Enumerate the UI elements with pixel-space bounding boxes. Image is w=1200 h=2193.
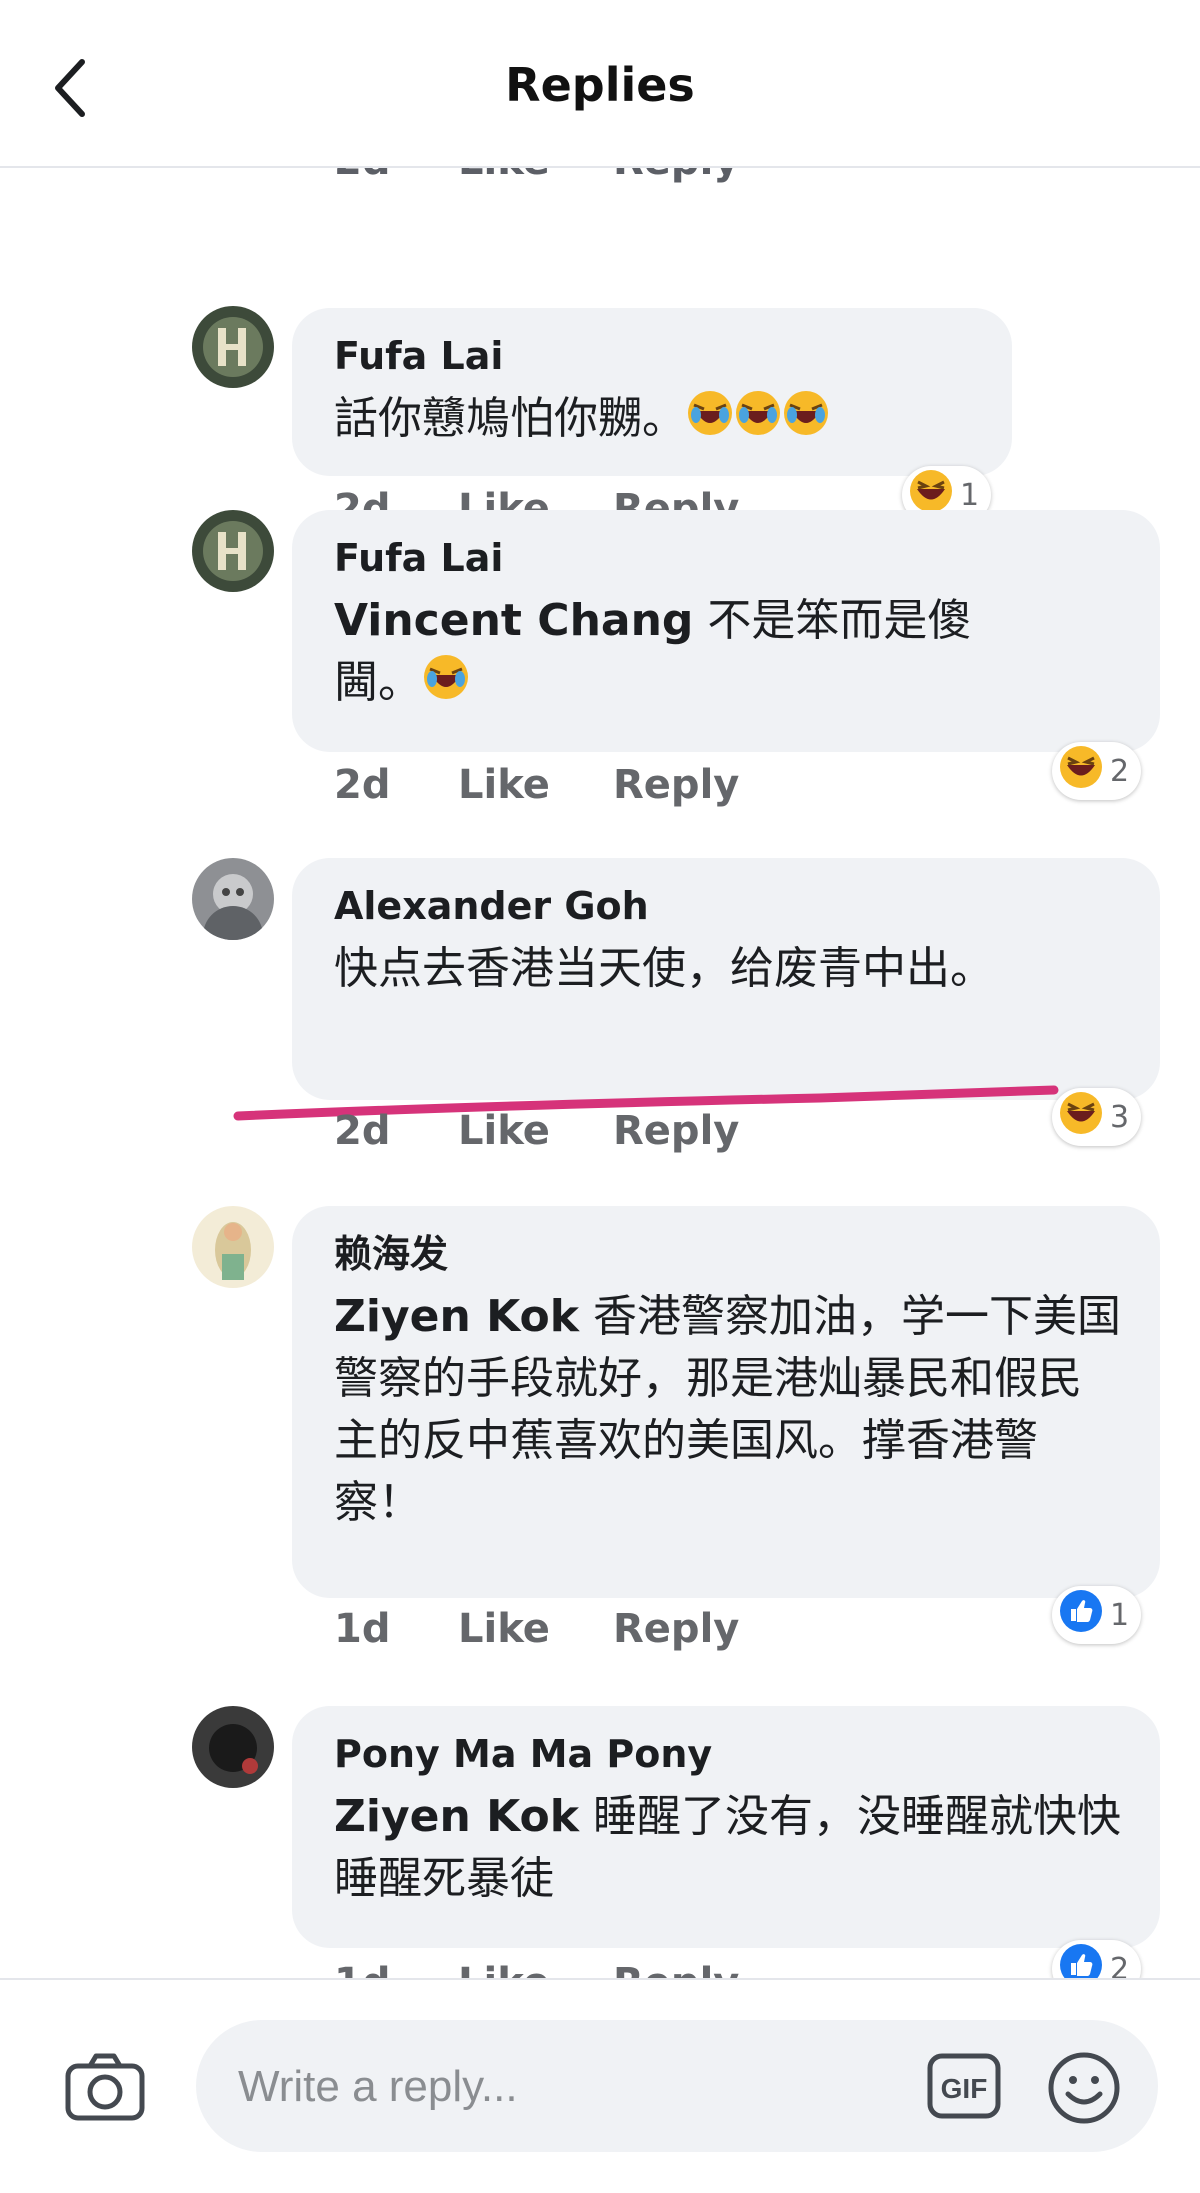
comment-text: 話你戇鳩怕你嬲。 bbox=[334, 388, 970, 454]
comment-bubble[interactable]: 赖海发 Ziyen Kok 香港警察加油，学一下美国警察的手段就好，那是港灿暴民… bbox=[292, 1206, 1160, 1598]
avatar[interactable] bbox=[192, 510, 274, 592]
laughing-emoji-icon bbox=[782, 389, 830, 454]
comment-author[interactable]: 赖海发 bbox=[334, 1230, 1118, 1278]
header: Replies bbox=[0, 0, 1200, 168]
comment-bubble[interactable]: Fufa Lai 話你戇鳩怕你嬲。 bbox=[292, 308, 1012, 476]
comment-author[interactable]: Fufa Lai bbox=[334, 534, 1118, 582]
mention-link[interactable]: Ziyen Kok bbox=[334, 1291, 579, 1342]
gif-icon: GIF bbox=[927, 2053, 1001, 2119]
reply-input[interactable] bbox=[236, 2050, 880, 2124]
reply-link[interactable]: Reply bbox=[613, 1108, 739, 1154]
reaction-summary[interactable]: 1 bbox=[1052, 1586, 1142, 1644]
replies-list[interactable]: 2d Like Reply Fufa Lai 話你戇鳩怕你嬲。 1 2d Lik… bbox=[0, 166, 1200, 1978]
like-reaction-icon bbox=[1058, 1588, 1104, 1642]
camera-button[interactable] bbox=[60, 2042, 150, 2132]
mention-link[interactable]: Ziyen Kok bbox=[334, 1791, 579, 1842]
laughing-emoji-icon bbox=[422, 653, 470, 718]
replies-screen: Replies 2d Like Reply Fufa Lai 話你戇鳩怕你嬲。 … bbox=[0, 0, 1200, 2193]
comment-text: Ziyen Kok 香港警察加油，学一下美国警察的手段就好，那是港灿暴民和假民主… bbox=[334, 1286, 1124, 1534]
smiley-icon bbox=[1048, 2052, 1120, 2124]
haha-reaction-icon bbox=[1058, 1090, 1104, 1144]
like-link[interactable]: Like bbox=[458, 1108, 613, 1154]
avatar[interactable] bbox=[192, 858, 274, 940]
comment-time: 1d bbox=[334, 1960, 458, 1978]
comment-actions: 1d Like Reply bbox=[334, 1606, 739, 1652]
comment-actions: 2d Like Reply bbox=[334, 1108, 739, 1154]
like-link[interactable]: Like bbox=[458, 1960, 613, 1978]
comment-text: 快点去香港当天使，给废青中出。 bbox=[334, 938, 1054, 1000]
reaction-count: 1 bbox=[960, 477, 980, 513]
comment-time: 2d bbox=[334, 1108, 391, 1154]
camera-icon bbox=[65, 2053, 145, 2121]
comment-body: 快点去香港当天使，给废青中出。 bbox=[334, 943, 994, 994]
page-title: Replies bbox=[505, 58, 695, 112]
comment-time: 1d bbox=[334, 1606, 391, 1652]
gif-label: GIF bbox=[941, 2073, 988, 2104]
comment-author[interactable]: Alexander Goh bbox=[334, 882, 1118, 930]
laughing-emoji-icon bbox=[686, 389, 734, 454]
comment-text: Vincent Chang 不是笨而是傻閪。 bbox=[334, 590, 1054, 718]
avatar[interactable] bbox=[192, 1706, 274, 1788]
laughing-emoji-icon bbox=[734, 389, 782, 454]
like-link[interactable]: Like bbox=[458, 762, 613, 808]
reply-composer: GIF bbox=[0, 1978, 1200, 2193]
avatar[interactable] bbox=[192, 1206, 274, 1288]
reply-link[interactable]: Reply bbox=[613, 762, 739, 808]
comment-actions: 1d Like Reply bbox=[334, 1960, 739, 1978]
avatar[interactable] bbox=[192, 306, 274, 388]
like-link[interactable]: Like bbox=[458, 1606, 613, 1652]
reaction-count: 1 bbox=[1110, 1597, 1130, 1633]
haha-reaction-icon bbox=[1058, 744, 1104, 798]
emoji-button[interactable] bbox=[1046, 2050, 1122, 2126]
previous-comment-meta: 2d Like Reply bbox=[334, 166, 739, 184]
gif-button[interactable]: GIF bbox=[926, 2050, 1002, 2122]
comment-bubble[interactable]: Fufa Lai Vincent Chang 不是笨而是傻閪。 bbox=[292, 510, 1160, 752]
like-link[interactable]: Like bbox=[458, 166, 613, 184]
reaction-summary[interactable]: 3 bbox=[1052, 1088, 1142, 1146]
reaction-count: 2 bbox=[1110, 1951, 1130, 1979]
reply-input-container[interactable]: GIF bbox=[196, 2020, 1158, 2152]
reaction-summary[interactable]: 2 bbox=[1052, 742, 1142, 800]
reply-link[interactable]: Reply bbox=[613, 1960, 739, 1978]
reaction-summary[interactable]: 2 bbox=[1052, 1940, 1142, 1979]
reply-link[interactable]: Reply bbox=[613, 1606, 739, 1652]
comment-bubble[interactable]: Alexander Goh 快点去香港当天使，给废青中出。 bbox=[292, 858, 1160, 1100]
comment-actions: 2d Like Reply bbox=[334, 762, 739, 808]
like-reaction-icon bbox=[1058, 1942, 1104, 1978]
comment-text: Ziyen Kok 睡醒了没有，没睡醒就快快睡醒死暴徒 bbox=[334, 1786, 1124, 1910]
comment-time: 2d bbox=[334, 762, 391, 808]
mention-link[interactable]: Vincent Chang bbox=[334, 595, 693, 646]
reply-link[interactable]: Reply bbox=[613, 166, 739, 184]
reaction-count: 2 bbox=[1110, 753, 1130, 789]
comment-time: 2d bbox=[334, 166, 458, 184]
comment-author[interactable]: Fufa Lai bbox=[334, 332, 970, 380]
comment-body: 話你戇鳩怕你嬲。 bbox=[334, 393, 686, 444]
comment-author[interactable]: Pony Ma Ma Pony bbox=[334, 1730, 1118, 1778]
comment-bubble[interactable]: Pony Ma Ma Pony Ziyen Kok 睡醒了没有，没睡醒就快快睡醒… bbox=[292, 1706, 1160, 1948]
reaction-count: 3 bbox=[1110, 1099, 1130, 1135]
